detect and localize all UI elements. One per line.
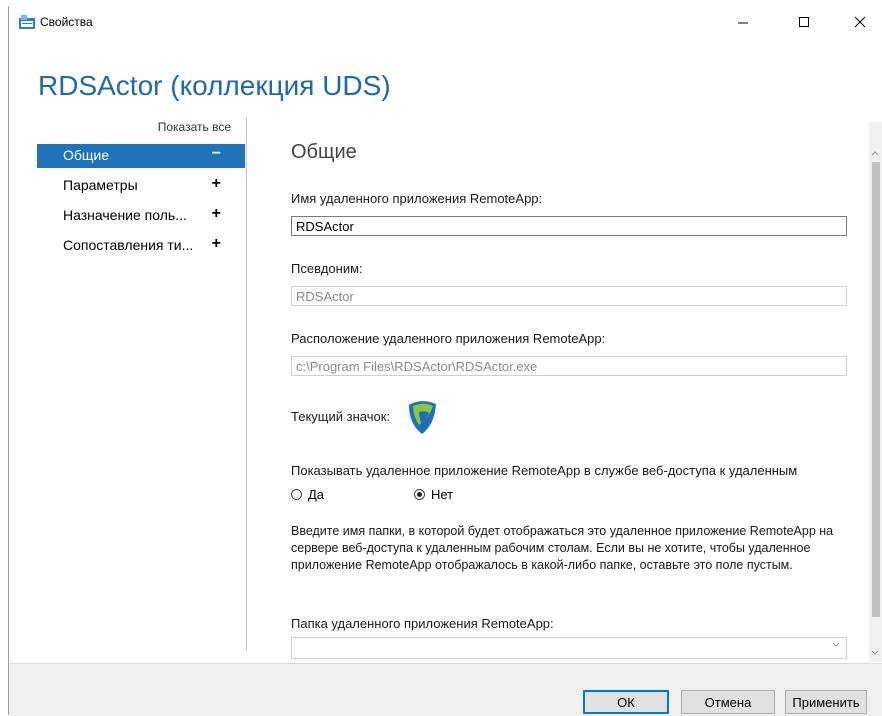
expand-icon[interactable]: + bbox=[212, 235, 221, 253]
alias-label: Псевдоним: bbox=[291, 261, 363, 276]
vertical-scrollbar[interactable] bbox=[869, 122, 882, 662]
ok-button[interactable]: ОК bbox=[583, 690, 669, 714]
minimize-icon bbox=[738, 22, 748, 24]
maximize-icon bbox=[799, 17, 809, 27]
location-label: Расположение удаленного приложения Remot… bbox=[291, 331, 606, 346]
location-input: c:\Program Files\RDSActor\RDSActor.exe bbox=[291, 356, 847, 376]
current-icon-label: Текущий значок: bbox=[291, 409, 390, 424]
alias-input: RDSActor bbox=[291, 286, 847, 306]
radio-yes[interactable]: Да bbox=[291, 487, 324, 502]
cancel-button[interactable]: Отмена bbox=[681, 690, 775, 714]
app-shield-icon bbox=[409, 401, 436, 434]
title-bar: Свойства bbox=[9, 6, 882, 38]
nav-item-parameters[interactable]: Параметры + bbox=[37, 174, 245, 198]
apply-button[interactable]: Применить bbox=[785, 690, 867, 714]
nav-item-file-type-associations[interactable]: Сопоставления ти... + bbox=[37, 234, 245, 258]
expand-icon[interactable]: + bbox=[212, 205, 221, 223]
folder-description: Введите имя папки, в которой будет отобр… bbox=[291, 524, 834, 572]
close-button[interactable] bbox=[837, 6, 882, 38]
nav-divider bbox=[246, 118, 247, 650]
collapse-icon[interactable]: − bbox=[212, 145, 221, 163]
show-in-webaccess-label: Показывать удаленное приложение RemoteAp… bbox=[291, 463, 798, 478]
maximize-button[interactable] bbox=[781, 6, 827, 38]
radio-button-selected-icon[interactable] bbox=[414, 489, 425, 500]
radio-button-icon[interactable] bbox=[291, 489, 302, 500]
remoteapp-name-label: Имя удаленного приложения RemoteApp: bbox=[291, 191, 543, 206]
close-icon bbox=[854, 16, 866, 28]
nav-item-label: Параметры bbox=[63, 177, 138, 193]
nav-item-label: Назначение поль... bbox=[63, 207, 187, 223]
folder-label: Папка удаленного приложения RemoteApp: bbox=[291, 616, 554, 631]
remoteapp-name-input[interactable]: RDSActor bbox=[291, 216, 847, 236]
chevron-down-icon bbox=[832, 642, 840, 647]
minimize-button[interactable] bbox=[720, 6, 766, 38]
nav-item-label: Общие bbox=[63, 147, 110, 163]
show-all-link[interactable]: Показать все bbox=[158, 120, 231, 134]
dialog-footer: ОК Отмена Применить bbox=[9, 663, 882, 716]
scroll-up-icon[interactable] bbox=[871, 150, 879, 156]
scrollbar-thumb[interactable] bbox=[872, 162, 880, 617]
window-title: Свойства bbox=[40, 15, 93, 29]
background-window-strip bbox=[0, 0, 882, 4]
expand-icon[interactable]: + bbox=[212, 175, 221, 193]
properties-dialog: Свойства RDSActor (коллекция UDS) Показа… bbox=[8, 6, 882, 716]
radio-no-label: Нет bbox=[431, 487, 454, 502]
radio-no[interactable]: Нет bbox=[414, 487, 453, 502]
properties-app-icon bbox=[19, 15, 35, 29]
page-title: RDSActor (коллекция UDS) bbox=[38, 70, 391, 101]
nav-item-label: Сопоставления ти... bbox=[63, 237, 194, 253]
section-title: Общие bbox=[291, 141, 357, 163]
scroll-down-icon[interactable] bbox=[871, 650, 879, 656]
folder-combobox[interactable] bbox=[291, 637, 847, 659]
radio-yes-label: Да bbox=[308, 487, 325, 502]
nav-item-user-assignment[interactable]: Назначение поль... + bbox=[37, 204, 245, 228]
nav-item-general[interactable]: Общие − bbox=[37, 144, 245, 168]
